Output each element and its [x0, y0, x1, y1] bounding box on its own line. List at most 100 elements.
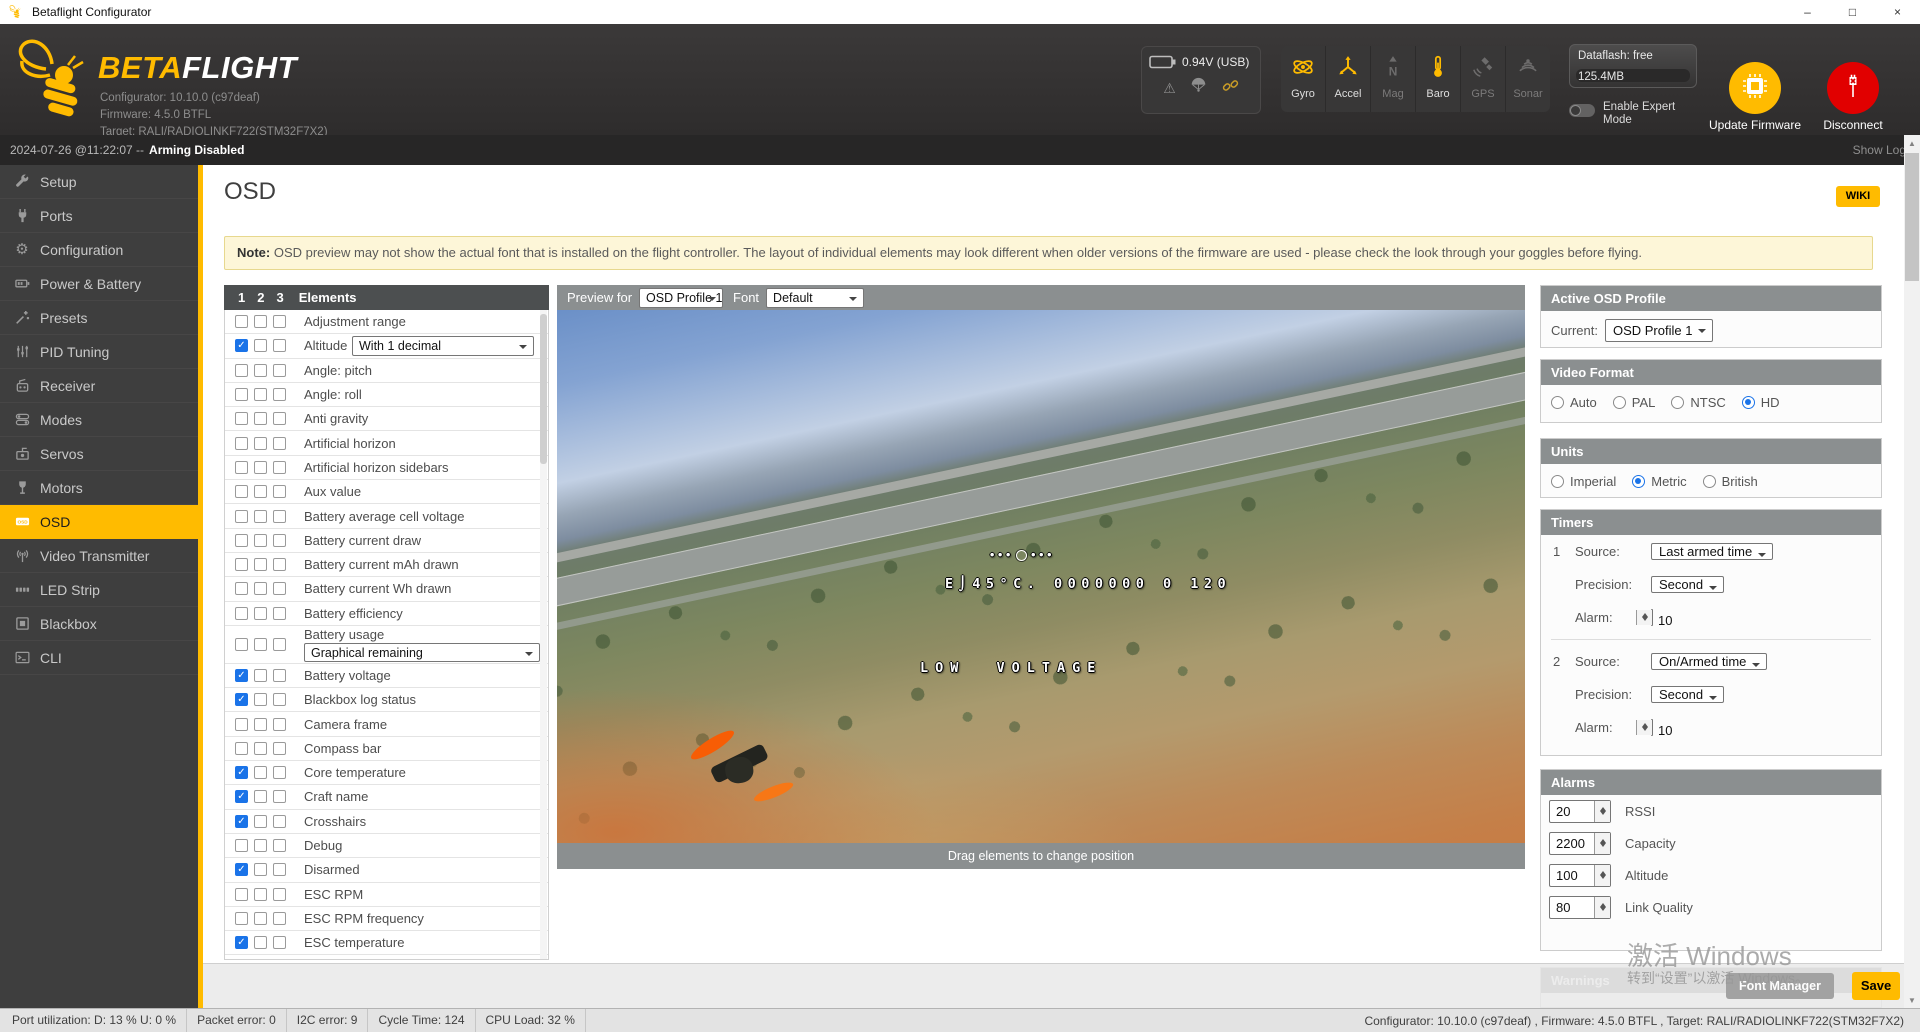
checkbox-profile-3[interactable]: [273, 437, 286, 450]
sidebar-item-cli[interactable]: CLI: [0, 641, 198, 675]
checkbox-profile-3[interactable]: [273, 766, 286, 779]
sidebar-item-pid-tuning[interactable]: PID Tuning: [0, 335, 198, 369]
checkbox-profile-1[interactable]: [235, 461, 248, 474]
checkbox-profile-1[interactable]: [235, 412, 248, 425]
checkbox-profile-1[interactable]: [235, 364, 248, 377]
checkbox-profile-3[interactable]: [273, 558, 286, 571]
checkbox-profile-1[interactable]: [235, 558, 248, 571]
checkbox-profile-1[interactable]: [235, 718, 248, 731]
checkbox-profile-2[interactable]: [254, 339, 267, 352]
checkbox-profile-1[interactable]: [235, 534, 248, 547]
sidebar-item-setup[interactable]: Setup: [0, 165, 198, 199]
sidebar-item-power-battery[interactable]: Power & Battery: [0, 267, 198, 301]
preview-profile-select[interactable]: OSD Profile 1: [639, 288, 723, 308]
checkbox-profile-3[interactable]: [273, 863, 286, 876]
checkbox-profile-2[interactable]: [254, 534, 267, 547]
spinner-icon[interactable]: [1636, 610, 1652, 625]
radio-auto[interactable]: Auto: [1551, 395, 1597, 410]
page-scrollbar[interactable]: ▲ ▼: [1904, 135, 1920, 1008]
minimize-icon[interactable]: –: [1785, 0, 1830, 24]
radio-pal[interactable]: PAL: [1613, 395, 1656, 410]
disconnect-button[interactable]: Disconnect: [1803, 62, 1903, 132]
radio-ntsc[interactable]: NTSC: [1671, 395, 1725, 410]
timer-1-source-select[interactable]: Last armed time: [1651, 543, 1773, 560]
alarm-rssi-input[interactable]: 20: [1549, 800, 1611, 823]
checkbox-profile-2[interactable]: [254, 693, 267, 706]
timer-2-source-select[interactable]: On/Armed time: [1651, 653, 1767, 670]
checkbox-profile-3[interactable]: [273, 412, 286, 425]
checkbox-profile-3[interactable]: [273, 815, 286, 828]
checkbox-profile-1[interactable]: [235, 485, 248, 498]
osd-preview[interactable]: ∙∙∙∙∙∙ E⌡45°C. 0000000 0 120 LOW VOLTAGE: [557, 310, 1525, 843]
checkbox-profile-3[interactable]: [273, 936, 286, 949]
checkbox-profile-3[interactable]: [273, 638, 286, 651]
checkbox-profile-2[interactable]: [254, 607, 267, 620]
checkbox-profile-2[interactable]: [254, 815, 267, 828]
checkbox-profile-2[interactable]: [254, 638, 267, 651]
timer-2-precision-select[interactable]: Second: [1651, 686, 1724, 703]
checkbox-profile-2[interactable]: [254, 669, 267, 682]
checkbox-profile-1[interactable]: ✓: [235, 815, 248, 828]
alarm-capacity-input[interactable]: 2200: [1549, 832, 1611, 855]
checkbox-profile-1[interactable]: [235, 888, 248, 901]
altitude-select[interactable]: With 1 decimal: [352, 336, 534, 356]
sidebar-item-ports[interactable]: Ports: [0, 199, 198, 233]
sidebar-item-motors[interactable]: Motors: [0, 471, 198, 505]
spinner-icon[interactable]: [1636, 720, 1652, 735]
checkbox-profile-3[interactable]: [273, 534, 286, 547]
checkbox-profile-3[interactable]: [273, 315, 286, 328]
sidebar-item-video-transmitter[interactable]: Video Transmitter: [0, 539, 198, 573]
checkbox-profile-1[interactable]: [235, 388, 248, 401]
checkbox-profile-1[interactable]: [235, 510, 248, 523]
scroll-down-icon[interactable]: ▼: [1904, 992, 1920, 1008]
preview-font-select[interactable]: Default: [766, 288, 864, 308]
timer-2-alarm-input[interactable]: 10: [1651, 719, 1653, 736]
checkbox-profile-1[interactable]: [235, 582, 248, 595]
close-icon[interactable]: ×: [1875, 0, 1920, 24]
osd-warning-element[interactable]: LOW VOLTAGE: [920, 660, 1102, 676]
checkbox-profile-2[interactable]: [254, 582, 267, 595]
checkbox-profile-3[interactable]: [273, 485, 286, 498]
spinner-icon[interactable]: [1594, 865, 1610, 886]
spinner-icon[interactable]: [1594, 833, 1610, 854]
checkbox-profile-3[interactable]: [273, 461, 286, 474]
sidebar-item-receiver[interactable]: Receiver: [0, 369, 198, 403]
checkbox-profile-2[interactable]: [254, 936, 267, 949]
checkbox-profile-2[interactable]: [254, 437, 267, 450]
checkbox-profile-3[interactable]: [273, 510, 286, 523]
checkbox-profile-3[interactable]: [273, 693, 286, 706]
osd-crosshair-element[interactable]: ∙∙∙∙∙∙: [989, 550, 1054, 561]
radio-metric[interactable]: Metric: [1632, 474, 1686, 489]
checkbox-profile-3[interactable]: [273, 790, 286, 803]
active-profile-select[interactable]: OSD Profile 1: [1605, 319, 1713, 342]
checkbox-profile-2[interactable]: [254, 558, 267, 571]
show-log-button[interactable]: Show Log: [1853, 143, 1906, 157]
checkbox-profile-2[interactable]: [254, 364, 267, 377]
checkbox-profile-1[interactable]: [235, 437, 248, 450]
radio-hd[interactable]: HD: [1742, 395, 1780, 410]
checkbox-profile-2[interactable]: [254, 412, 267, 425]
wiki-button[interactable]: WIKI: [1836, 186, 1880, 207]
sidebar-item-servos[interactable]: Servos: [0, 437, 198, 471]
checkbox-profile-1[interactable]: [235, 839, 248, 852]
checkbox-profile-2[interactable]: [254, 485, 267, 498]
sidebar-item-presets[interactable]: Presets: [0, 301, 198, 335]
checkbox-profile-1[interactable]: ✓: [235, 339, 248, 352]
checkbox-profile-3[interactable]: [273, 839, 286, 852]
checkbox-profile-2[interactable]: [254, 766, 267, 779]
checkbox-profile-1[interactable]: ✓: [235, 693, 248, 706]
checkbox-profile-1[interactable]: ✓: [235, 669, 248, 682]
checkbox-profile-2[interactable]: [254, 863, 267, 876]
spinner-icon[interactable]: [1594, 801, 1610, 822]
checkbox-profile-3[interactable]: [273, 669, 286, 682]
elements-scrollbar[interactable]: [540, 310, 547, 959]
checkbox-profile-2[interactable]: [254, 839, 267, 852]
checkbox-profile-3[interactable]: [273, 364, 286, 377]
maximize-icon[interactable]: □: [1830, 0, 1875, 24]
checkbox-profile-1[interactable]: ✓: [235, 766, 248, 779]
checkbox-profile-1[interactable]: [235, 742, 248, 755]
checkbox-profile-3[interactable]: [273, 388, 286, 401]
checkbox-profile-2[interactable]: [254, 510, 267, 523]
checkbox-profile-3[interactable]: [273, 742, 286, 755]
checkbox-profile-1[interactable]: ✓: [235, 790, 248, 803]
